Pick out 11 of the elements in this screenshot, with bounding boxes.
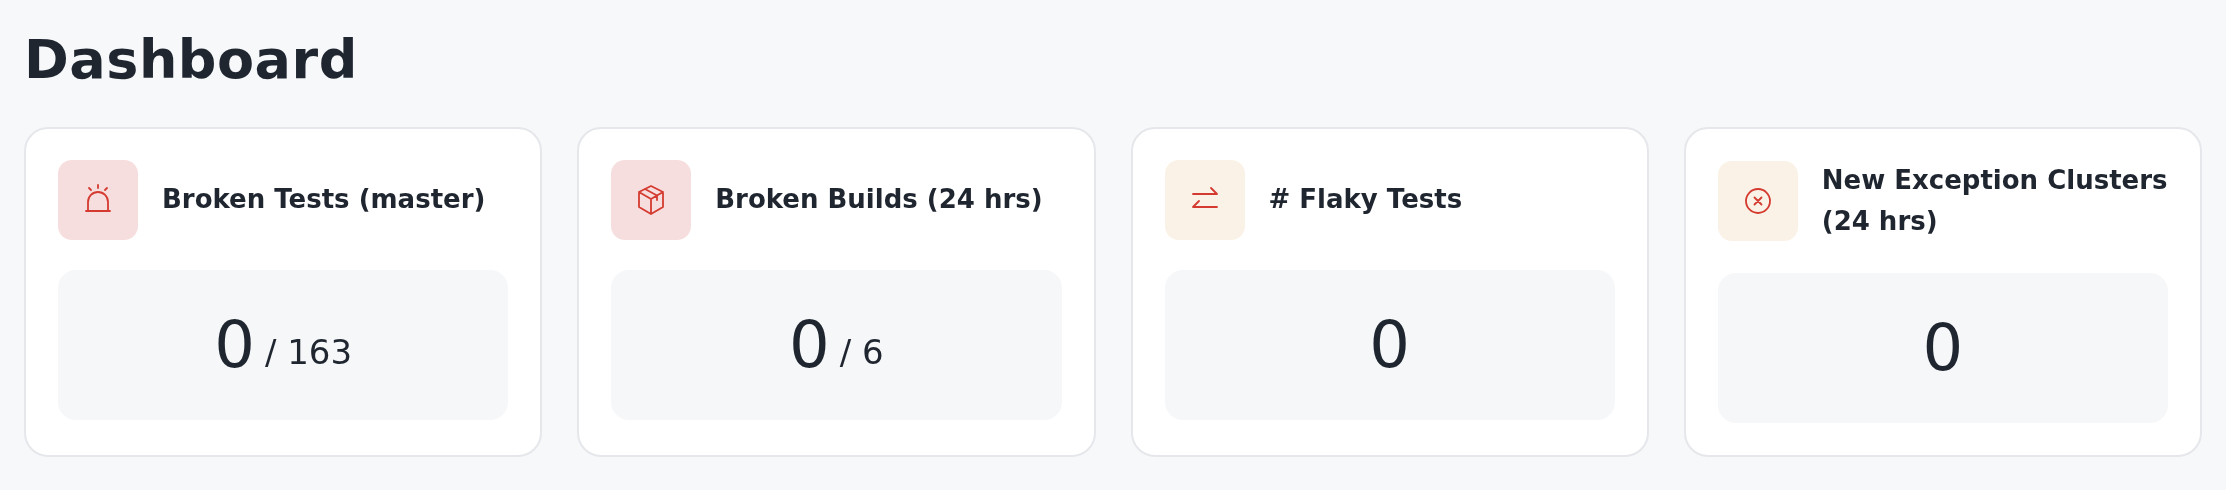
card-title: Broken Tests (master) <box>162 183 486 216</box>
card-title: # Flaky Tests <box>1268 183 1463 216</box>
page-title: Dashboard <box>24 28 359 93</box>
card-title: Broken Builds (24 hrs) <box>715 183 1043 216</box>
stat-total: / 6 <box>839 330 884 369</box>
stat-value: 0 <box>789 312 830 377</box>
stat-value: 0 <box>1922 316 1964 380</box>
stat-value: 0 <box>214 312 255 377</box>
card-title: New Exception Clusters (24 hrs) <box>1821 163 2168 239</box>
stat-value: 0 <box>1369 312 1410 377</box>
stat-total: / 163 <box>264 330 353 369</box>
